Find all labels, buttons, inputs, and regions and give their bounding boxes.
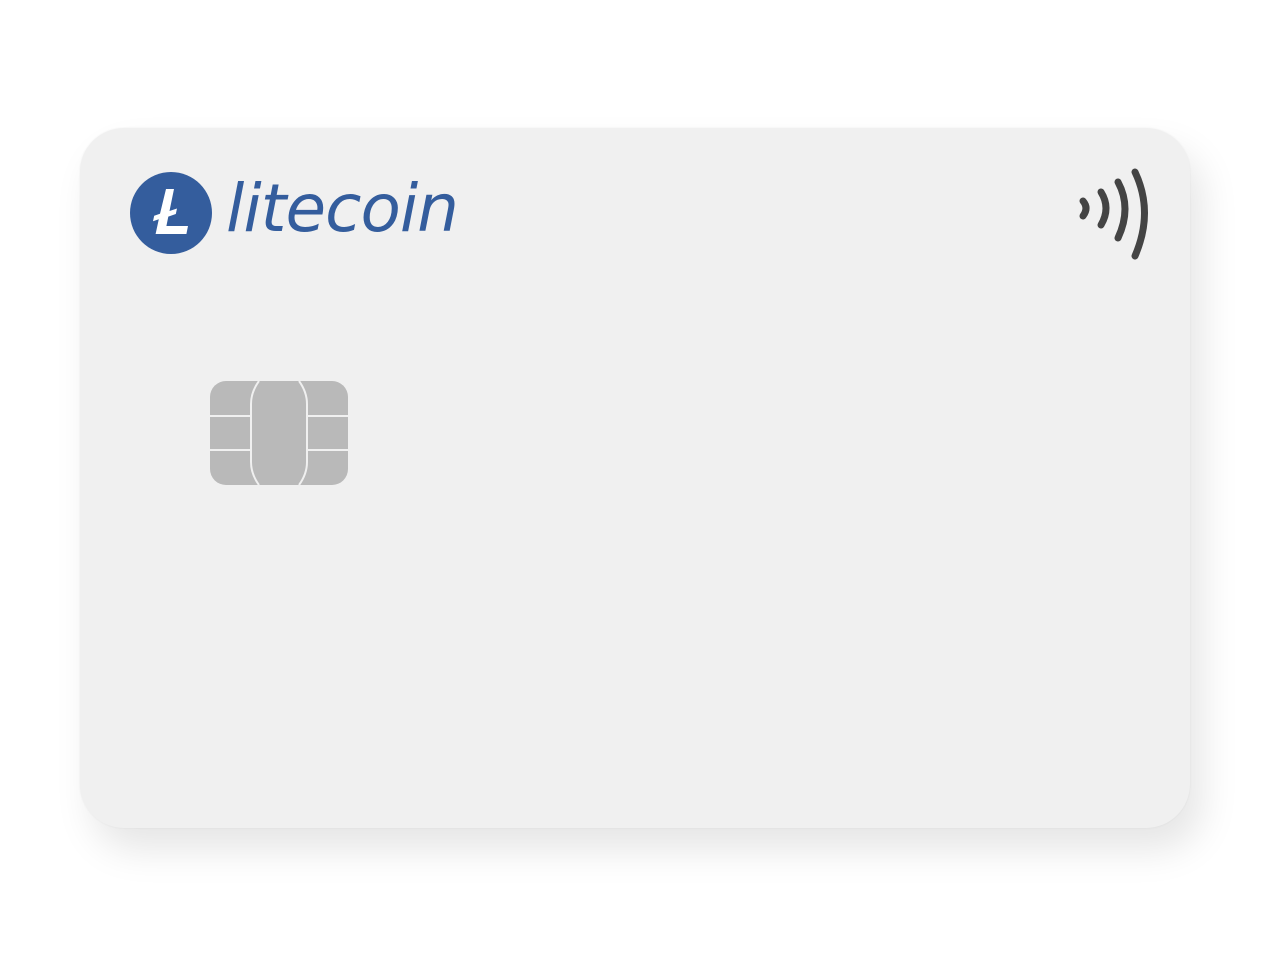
brand-name: litecoin <box>226 170 459 247</box>
page-background: litecoin <box>0 0 1280 969</box>
emv-chip-icon <box>210 380 348 486</box>
contactless-icon <box>1079 168 1148 260</box>
card-brand: litecoin <box>130 170 459 254</box>
litecoin-logo-icon <box>130 172 212 254</box>
litecoin-card: litecoin <box>80 128 1190 828</box>
